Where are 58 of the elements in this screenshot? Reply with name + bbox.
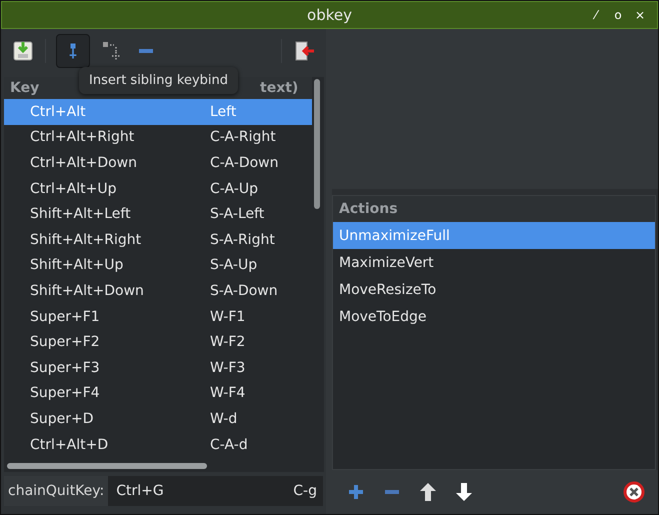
action-item[interactable]: MoveToEdge: [333, 303, 655, 330]
key-cell-text: Shift+Alt+Right: [29, 232, 142, 248]
tooltip: Insert sibling keybind: [79, 67, 238, 94]
key-cell-text: Ctrl+Alt+D: [29, 436, 110, 453]
key-cell-text: Ctrl+Alt+Right: [29, 129, 136, 146]
keybind-row[interactable]: Shift+Alt+Right S-A-Right: [4, 226, 312, 253]
binding-cell-text: C-A-Up: [210, 180, 259, 197]
scrollbar-thumb[interactable]: [314, 79, 320, 209]
binding-cell-text: S-A-Up: [210, 257, 258, 274]
chain-quit-key-label: chainQuitKey:: [4, 476, 108, 506]
keybind-row[interactable]: Super+F4 W-F4: [4, 380, 312, 406]
binding-cell-text: C-A-Down: [210, 154, 280, 171]
key-cell-text: Shift+Alt+Up: [29, 257, 124, 274]
insert-sibling-button[interactable]: [56, 34, 90, 68]
binding-cell-text: Left: [210, 104, 238, 120]
binding-cell-text: S-A-Left: [210, 206, 266, 222]
binding-cell-text: W-F2: [210, 334, 246, 350]
window-control-button[interactable]: o: [609, 8, 627, 22]
key-cell-text: Shift+Alt+Down: [29, 282, 145, 299]
binding-cell-text: S-A-Down: [210, 282, 279, 299]
binding-cell-text: W-F4: [210, 385, 246, 402]
binding-cell-text: C-A-Right: [210, 129, 277, 146]
chain-quit-binding: C-g: [293, 483, 318, 499]
key-cell-text: Shift+Alt+Left: [29, 206, 132, 222]
scrollbar-thumb[interactable]: [7, 463, 207, 469]
save-icon[interactable]: [11, 39, 35, 63]
chain-quit-key-field[interactable]: Ctrl+G: [108, 483, 294, 499]
key-cell-text: Ctrl+Alt: [29, 104, 87, 120]
keybind-row[interactable]: Shift+Alt+Left S-A-Left: [4, 201, 312, 227]
key-cell-text: Super+F2: [29, 334, 101, 350]
binding-cell-text: W-d: [210, 410, 238, 427]
key-cell-text: Super+F1: [29, 308, 101, 325]
key-cell-text: Ctrl+Alt+Down: [29, 154, 138, 171]
keybind-row[interactable]: Ctrl+Alt+Down C-A-Down: [4, 150, 312, 176]
action-item[interactable]: MaximizeVert: [333, 249, 655, 276]
keybind-row[interactable]: Ctrl+Alt+D C-A-d: [4, 432, 312, 458]
binding-cell-text: S-A-Right: [210, 232, 276, 248]
keybind-row[interactable]: Super+F2 W-F2: [4, 329, 312, 355]
keybind-row[interactable]: Shift+Alt+Down S-A-Down: [4, 278, 312, 304]
window-title: obkey: [306, 6, 353, 24]
keybind-row[interactable]: Ctrl+Alt+Right C-A-Right: [4, 124, 312, 150]
close-icon[interactable]: [622, 480, 646, 504]
window-control-button[interactable]: ⁄: [587, 8, 605, 22]
binding-cell-text: W-F3: [210, 360, 246, 376]
key-cell-text: Ctrl+Alt+Up: [29, 180, 118, 197]
keybind-row[interactable]: Super+F1 W-F1: [4, 304, 312, 330]
keybind-row[interactable]: Ctrl+Alt+Up C-A-Up: [4, 176, 312, 202]
keybind-row[interactable]: Shift+Alt+Up S-A-Up: [4, 252, 312, 278]
binding-cell-text: C-A-d: [210, 436, 249, 453]
key-cell-text: Super+D: [29, 410, 95, 427]
window-control-button[interactable]: ×: [631, 8, 649, 22]
column-header[interactable]: Actions: [333, 196, 655, 222]
keybind-row[interactable]: Super+F3 W-F3: [4, 354, 312, 381]
action-item[interactable]: MoveResizeTo: [333, 276, 655, 303]
key-cell-text: Super+F3: [29, 360, 101, 376]
key-cell-text: Super+F4: [29, 385, 101, 402]
binding-cell-text: W-F1: [210, 308, 246, 325]
keybind-row[interactable]: Super+D W-d: [4, 406, 312, 432]
